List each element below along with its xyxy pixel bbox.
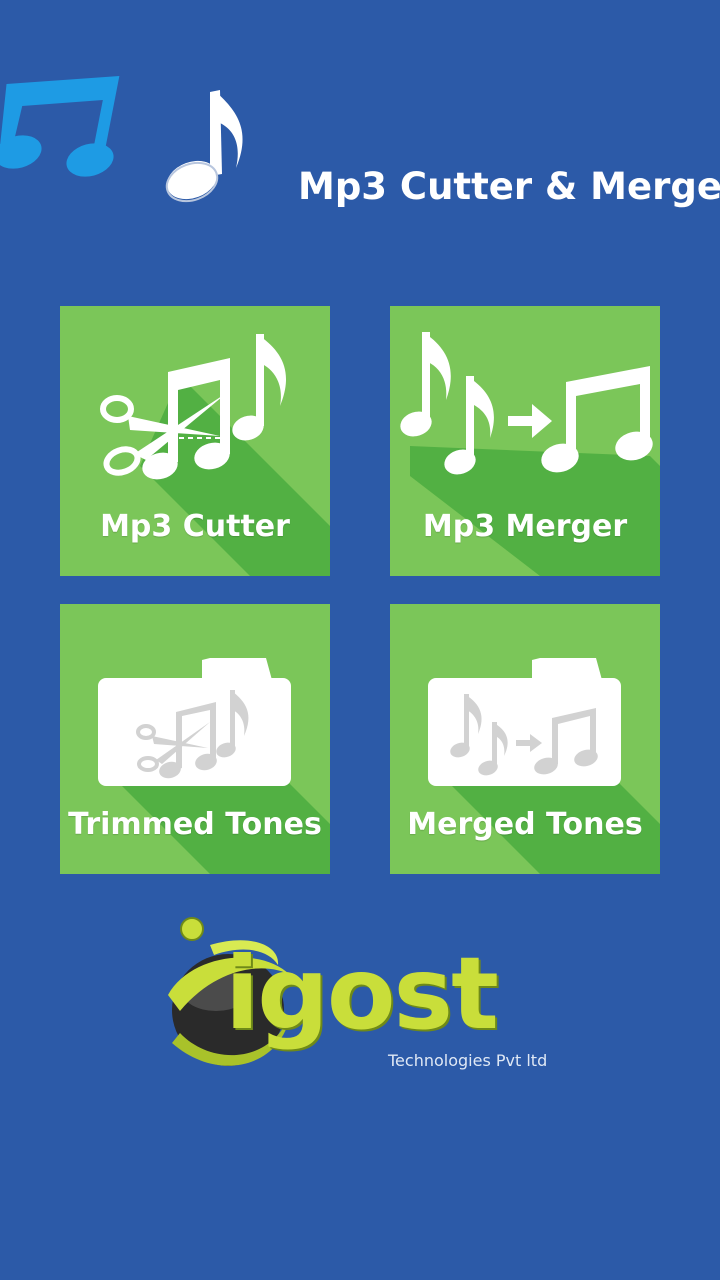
merge-music-icon — [400, 332, 653, 475]
tile-label: Merged Tones — [407, 807, 643, 842]
folder-merge-music-icon — [428, 658, 621, 786]
logo-wordmark: igost — [225, 935, 499, 1052]
page-title: Mp3 Cutter & Merger — [298, 165, 720, 208]
scissors-music-icon — [100, 334, 287, 480]
merged-tones-button[interactable]: Merged Tones — [390, 604, 660, 874]
tile-label: Mp3 Merger — [422, 509, 628, 544]
folder-cut-music-icon — [98, 658, 291, 786]
double-music-note-icon — [0, 76, 120, 177]
header-music-notes — [0, 76, 243, 203]
mp3-cutter-button[interactable]: Mp3 Cutter — [60, 306, 330, 576]
single-music-note-icon — [165, 90, 243, 203]
logo-subtitle: Technologies Pvt ltd — [388, 1051, 548, 1070]
tile-label: Trimmed Tones — [68, 807, 322, 842]
trimmed-tones-button[interactable]: Trimmed Tones — [60, 604, 330, 874]
mp3-merger-button[interactable]: Mp3 Merger — [390, 306, 660, 576]
tile-label: Mp3 Cutter — [100, 509, 290, 544]
